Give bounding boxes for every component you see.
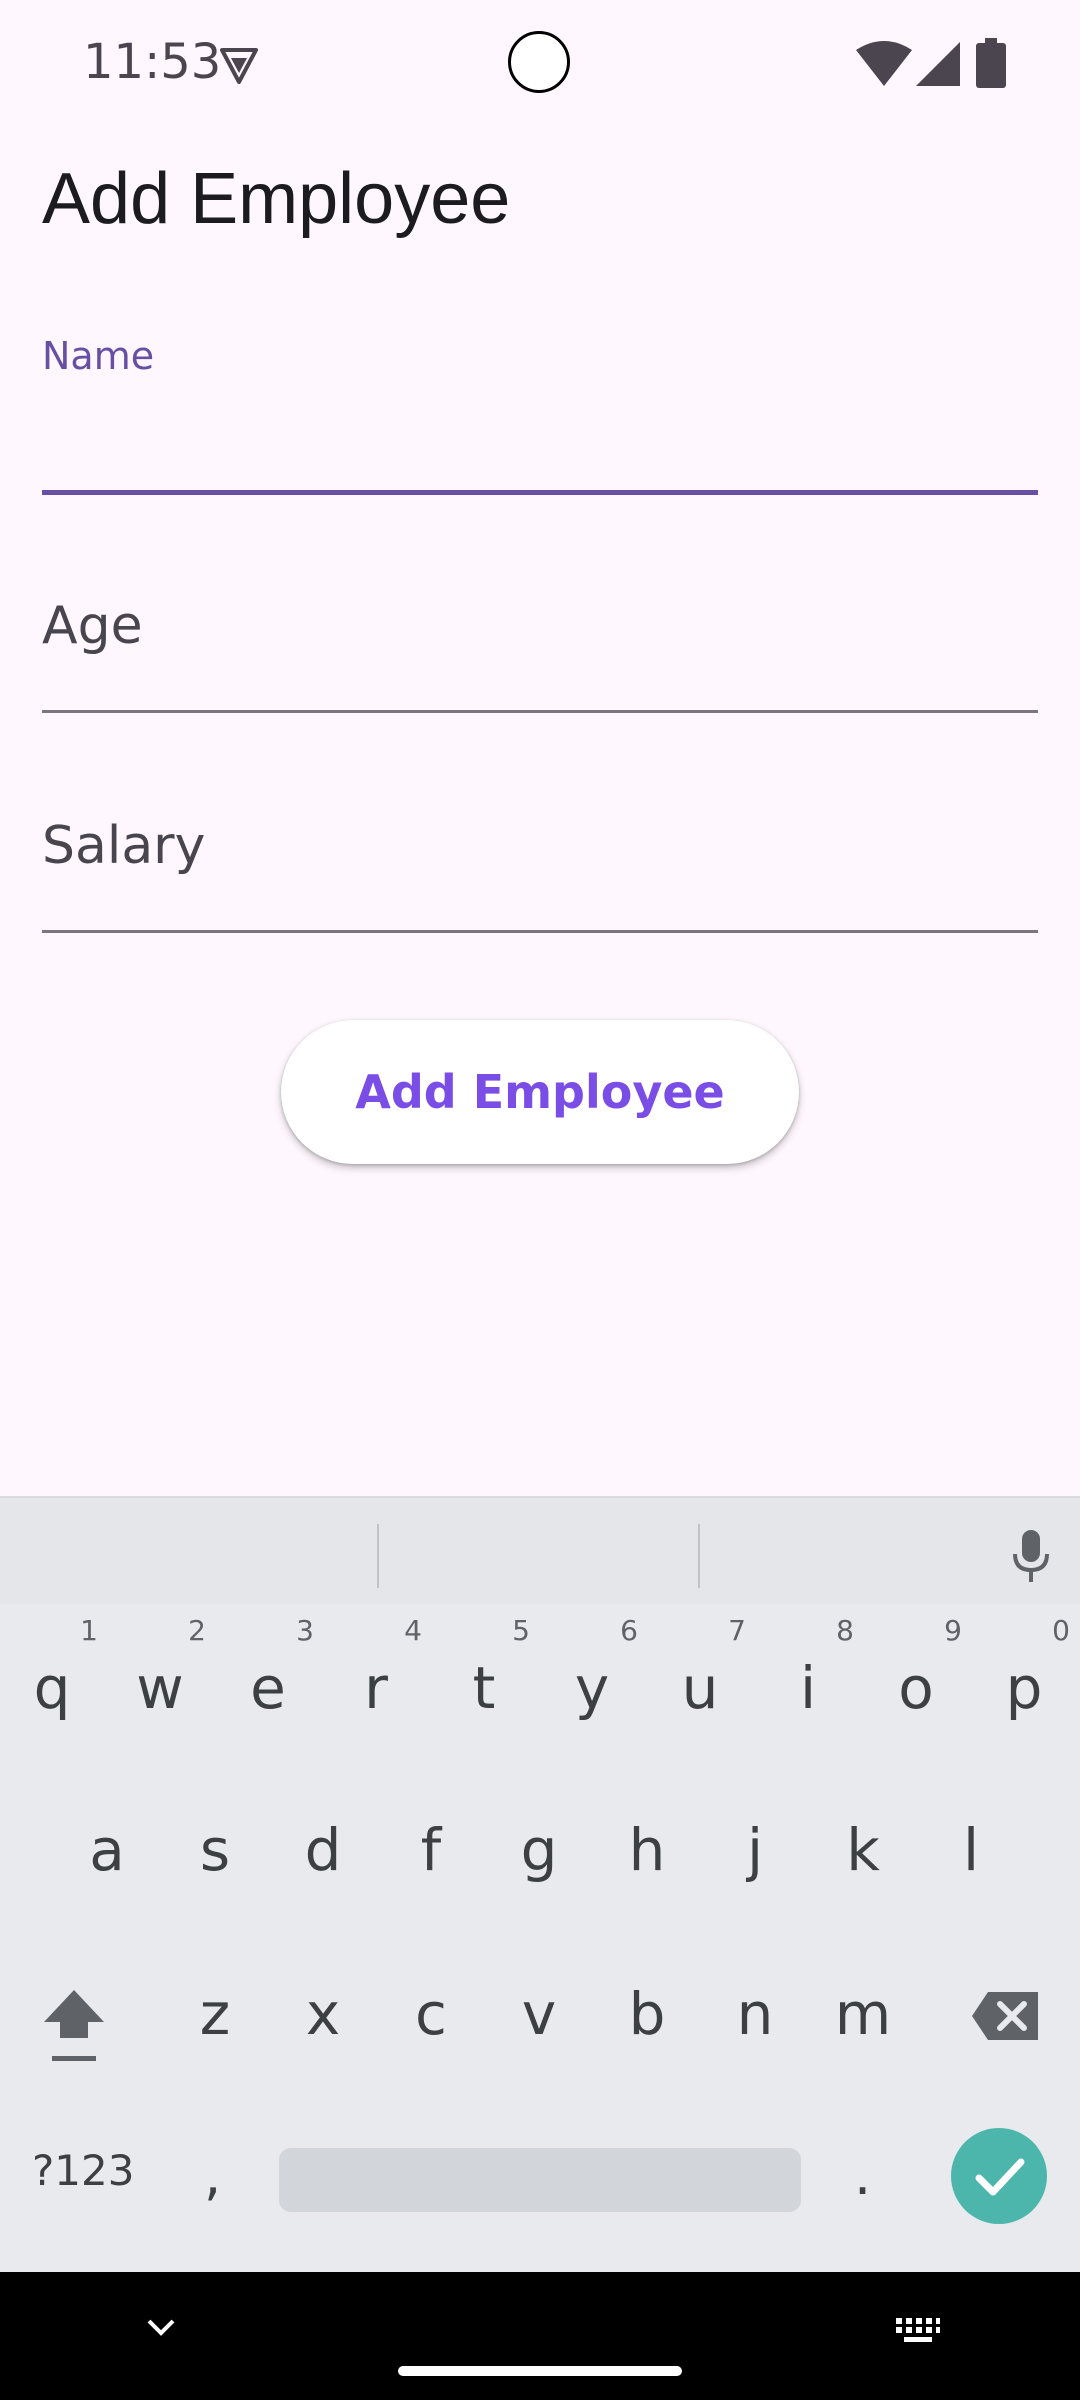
key-v[interactable]: v	[489, 1980, 589, 2048]
key-j[interactable]: j	[705, 1816, 805, 1884]
wifi-icon	[856, 41, 912, 86]
suggestion-divider	[698, 1524, 700, 1588]
enter-key[interactable]	[951, 2128, 1047, 2224]
status-time: 11:53	[83, 34, 222, 90]
key-s[interactable]: s	[165, 1816, 265, 1884]
key-o[interactable]: o	[866, 1654, 966, 1722]
age-field-underline	[42, 710, 1038, 713]
key-k[interactable]: k	[813, 1816, 913, 1884]
key-a[interactable]: a	[57, 1816, 157, 1884]
shift-icon[interactable]	[42, 1986, 106, 2066]
key-u[interactable]: u	[650, 1654, 750, 1722]
microphone-icon[interactable]	[1010, 1528, 1052, 1584]
key-f[interactable]: f	[381, 1816, 481, 1884]
key-hint-1: 1	[80, 1614, 98, 1647]
soft-keyboard: q 1w 2e 3r 4t 5y 6u 7i 8o 9p 0 asdfghjkl zxcvbnm ?…	[0, 1496, 1080, 2272]
system-nav-bar	[0, 2272, 1080, 2400]
name-field-label: Name	[42, 334, 155, 378]
name-field-underline	[42, 490, 1038, 495]
key-n[interactable]: n	[705, 1980, 805, 2048]
key-d[interactable]: d	[273, 1816, 373, 1884]
keyboard-suggestion-bar	[0, 1496, 1080, 1604]
key-r[interactable]: r	[326, 1654, 426, 1722]
key-i[interactable]: i	[758, 1654, 858, 1722]
key-m[interactable]: m	[813, 1980, 913, 2048]
key-w[interactable]: w	[110, 1654, 210, 1722]
key-h[interactable]: h	[597, 1816, 697, 1884]
keyboard-icon[interactable]	[894, 2316, 942, 2344]
add-employee-button[interactable]: Add Employee	[281, 1020, 799, 1164]
key-hint-8: 8	[836, 1614, 854, 1647]
comma-key[interactable]: ,	[204, 2144, 221, 2207]
page-title: Add Employee	[42, 159, 511, 239]
chevron-down-icon[interactable]	[146, 2316, 176, 2340]
salary-field-label: Salary	[42, 816, 206, 876]
name-input[interactable]	[42, 390, 1038, 460]
salary-field[interactable]: Salary	[42, 810, 1038, 935]
key-hint-9: 9	[944, 1614, 962, 1647]
vpn-key-icon	[220, 48, 258, 84]
key-q[interactable]: q	[2, 1654, 102, 1722]
key-c[interactable]: c	[381, 1980, 481, 2048]
key-hint-2: 2	[188, 1614, 206, 1647]
period-key[interactable]: .	[854, 2144, 871, 2207]
key-b[interactable]: b	[597, 1980, 697, 2048]
key-x[interactable]: x	[273, 1980, 373, 2048]
suggestion-divider	[377, 1524, 379, 1588]
age-field[interactable]: Age	[42, 590, 1038, 715]
key-y[interactable]: y	[542, 1654, 642, 1722]
key-t[interactable]: t	[434, 1654, 534, 1722]
status-bar: 11:53	[0, 0, 1080, 130]
salary-field-underline	[42, 930, 1038, 933]
name-field[interactable]: Name	[42, 330, 1038, 495]
age-field-label: Age	[42, 596, 143, 656]
symbols-key[interactable]: ?123	[32, 2146, 134, 2195]
key-hint-6: 6	[620, 1614, 638, 1647]
space-key[interactable]	[279, 2148, 801, 2212]
battery-icon	[976, 38, 1006, 88]
key-p[interactable]: p	[974, 1654, 1074, 1722]
checkmark-icon	[975, 2158, 1025, 2196]
camera-cutout	[508, 31, 570, 93]
key-z[interactable]: z	[165, 1980, 265, 2048]
home-handle[interactable]	[398, 2366, 682, 2376]
key-hint-3: 3	[296, 1614, 314, 1647]
key-hint-4: 4	[404, 1614, 422, 1647]
screen: 11:53 Add Employee Name Age Salary Add E…	[0, 0, 1080, 2400]
key-e[interactable]: e	[218, 1654, 318, 1722]
backspace-icon[interactable]	[970, 1990, 1040, 2042]
key-g[interactable]: g	[489, 1816, 589, 1884]
key-hint-7: 7	[728, 1614, 746, 1647]
key-l[interactable]: l	[921, 1816, 1021, 1884]
key-hint-0: 0	[1052, 1614, 1070, 1647]
key-hint-5: 5	[512, 1614, 530, 1647]
cell-signal-icon	[916, 42, 960, 86]
